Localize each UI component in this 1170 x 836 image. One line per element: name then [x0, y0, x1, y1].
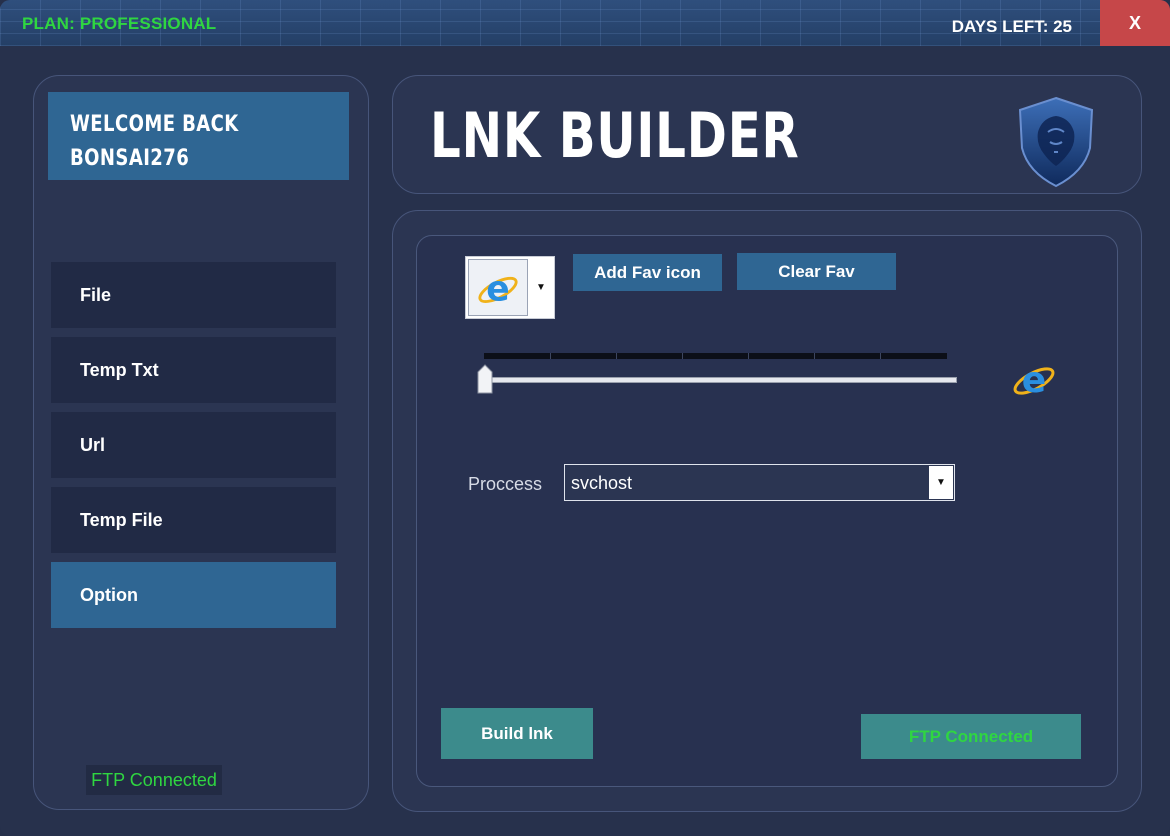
internet-explorer-icon: e: [1013, 360, 1055, 401]
ftp-status-label: FTP Connected: [86, 765, 222, 795]
sidebar-item-temp-txt[interactable]: Temp Txt: [51, 337, 336, 403]
sidebar-item-file[interactable]: File: [51, 262, 336, 328]
svg-text:e: e: [486, 269, 509, 309]
slider-tick-marks: [484, 353, 947, 359]
icon-picker-dropdown[interactable]: e ▼: [465, 256, 555, 319]
sidebar-item-option[interactable]: Option: [51, 562, 336, 628]
close-button[interactable]: X: [1100, 0, 1170, 46]
days-left-label: DAYS LEFT: 25: [951, 17, 1072, 36]
process-value: svchost: [571, 473, 633, 493]
internet-explorer-icon: e: [468, 259, 528, 316]
icon-index-slider[interactable]: [486, 377, 957, 383]
sidebar-item-temp-file[interactable]: Temp File: [51, 487, 336, 553]
clear-fav-button[interactable]: Clear Fav: [737, 253, 896, 290]
sidebar-item-url[interactable]: Url: [51, 412, 336, 478]
plan-label: PLAN: PROFESSIONAL: [22, 14, 217, 33]
app-window: PLAN: PROFESSIONAL DAYS LEFT: 25 X WELCO…: [0, 0, 1170, 836]
chevron-down-icon[interactable]: ▼: [528, 257, 554, 318]
welcome-banner: WELCOME BACK BONSAI276: [48, 92, 349, 180]
username-label: BONSAI276: [70, 146, 190, 171]
slider-thumb[interactable]: [477, 364, 493, 394]
chevron-down-icon[interactable]: ▼: [929, 466, 953, 499]
ftp-connected-button[interactable]: FTP Connected: [861, 714, 1081, 759]
lion-shield-icon: [1018, 96, 1094, 188]
process-select[interactable]: svchost ▼: [564, 464, 955, 501]
build-lnk-button[interactable]: Build lnk: [441, 708, 593, 759]
title-bar[interactable]: PLAN: PROFESSIONAL DAYS LEFT: 25 X: [0, 0, 1170, 46]
welcome-line: WELCOME BACK: [70, 112, 239, 137]
svg-text:e: e: [1022, 360, 1046, 401]
process-label: Proccess: [468, 474, 543, 494]
add-fav-icon-button[interactable]: Add Fav icon: [573, 254, 722, 291]
page-title: LNK BUILDER: [430, 99, 800, 172]
